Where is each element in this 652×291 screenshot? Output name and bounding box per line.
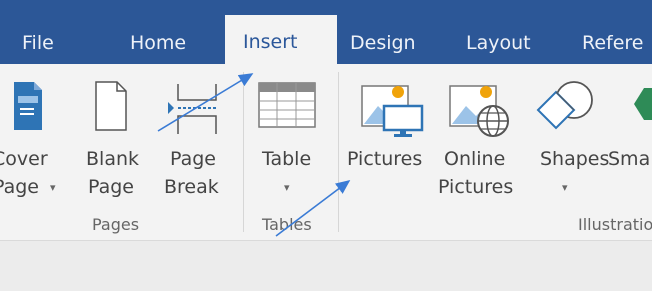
table-dropdown-icon: ▾ bbox=[284, 182, 290, 194]
tab-home[interactable]: Home bbox=[130, 22, 186, 64]
tab-design[interactable]: Design bbox=[350, 22, 416, 64]
pictures-icon bbox=[361, 85, 424, 137]
table-label: Table bbox=[262, 148, 312, 170]
group-label-pages: Pages bbox=[92, 215, 140, 234]
tab-file[interactable]: File bbox=[22, 22, 54, 64]
online-pictures-icon bbox=[449, 85, 509, 137]
group-separator bbox=[243, 72, 244, 232]
tab-references[interactable]: Refere bbox=[582, 22, 644, 64]
table-icon bbox=[258, 82, 316, 128]
group-label-tables: Tables bbox=[262, 215, 312, 234]
cover-page-icon bbox=[14, 82, 42, 130]
ribbon-tab-bar: File Home Insert Design Layout Refere bbox=[0, 0, 652, 65]
page-break-label-line2: Break bbox=[164, 176, 219, 198]
online-pictures-label-line1: Online bbox=[444, 148, 506, 170]
tab-layout[interactable]: Layout bbox=[466, 22, 531, 64]
document-area bbox=[0, 241, 652, 291]
cover-page-label-line2: Page bbox=[0, 176, 39, 198]
smartart-icon bbox=[634, 88, 652, 120]
pictures-label: Pictures bbox=[347, 148, 423, 170]
online-pictures-label-line2: Pictures bbox=[438, 176, 514, 198]
group-label-illustrations: Illustratio bbox=[578, 215, 652, 234]
page-break-label-line1: Page bbox=[170, 148, 216, 170]
tab-insert[interactable]: Insert bbox=[225, 15, 337, 65]
cover-page-dropdown-icon: ▾ bbox=[50, 182, 56, 194]
cover-page-label-line1: Cover bbox=[0, 148, 48, 170]
page-break-icon bbox=[168, 84, 217, 134]
shapes-dropdown-icon: ▾ bbox=[562, 182, 568, 194]
blank-page-label-line1: Blank bbox=[86, 148, 140, 170]
shapes-icon bbox=[536, 81, 593, 130]
shapes-label: Shapes bbox=[540, 148, 610, 170]
blank-page-label-line2: Page bbox=[88, 176, 134, 198]
group-separator bbox=[338, 72, 339, 232]
smartart-label: Sma bbox=[608, 148, 651, 170]
blank-page-icon bbox=[95, 81, 127, 131]
